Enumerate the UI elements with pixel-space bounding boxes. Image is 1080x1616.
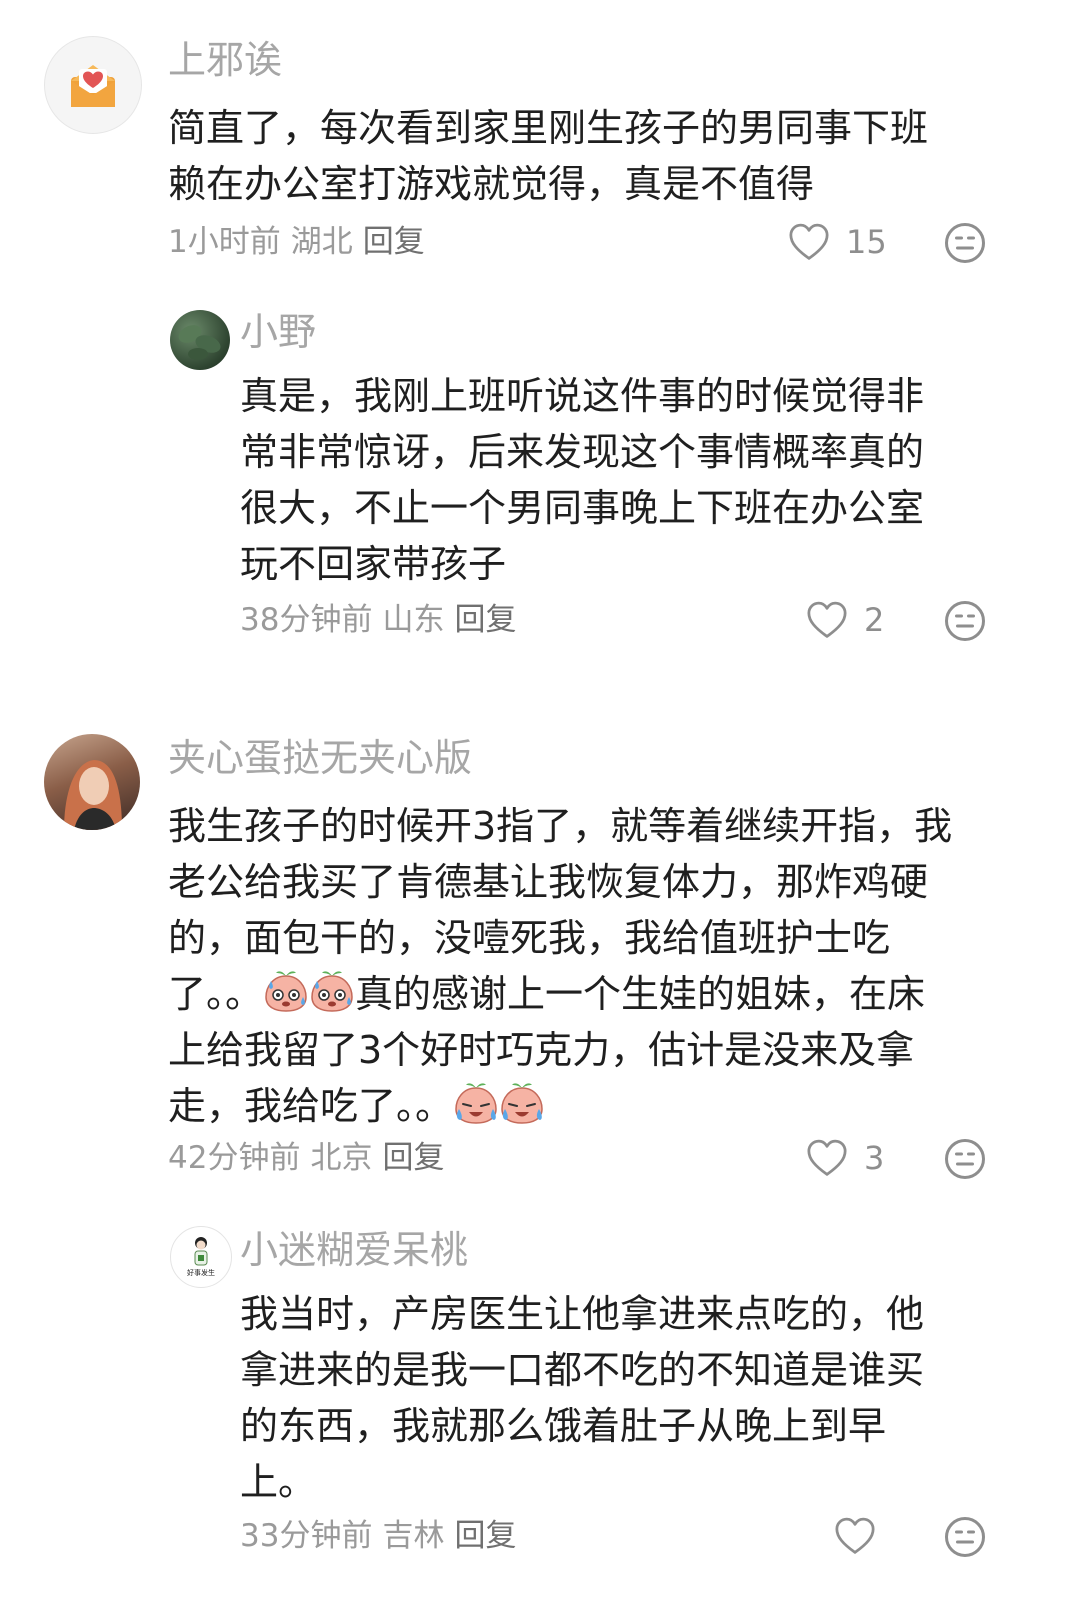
comment-meta: 1小时前 湖北 回复 [168,222,435,262]
envelope-heart-icon [71,65,115,107]
comment-line: 赖在办公室打游戏就觉得，真是不值得 [168,162,815,206]
comment-line: 上给我留了3个好时巧克力，估计是没来及拿 [168,1028,915,1072]
comment-meta: 33分钟前 吉林 回复 [240,1516,526,1556]
comment-line: 的东西，我就那么饿着肚子从晚上到早 [240,1404,887,1448]
comment-line: 很大，不止一个男同事晚上下班在办公室 [240,486,925,530]
timestamp: 33分钟前 [240,1518,373,1554]
comment-line: 常非常惊讶，后来发现这个事情概率真的 [240,430,925,474]
comment-line: 玩不回家带孩子 [240,542,507,586]
comment-line: 拿进来的是我一口都不吃的不知道是谁买 [240,1348,925,1392]
comment-username[interactable]: 上邪诶 [168,36,282,84]
like-button[interactable]: 2 [806,596,884,644]
sweat-peach-emoji-icon [263,967,309,1013]
woman-photo-icon [64,760,122,830]
comment-line: 我当时，产房医生让他拿进来点吃的，他 [240,1292,925,1336]
comment-meta: 42分钟前 北京 回复 [168,1138,454,1178]
reply-button[interactable]: 回复 [454,1518,516,1554]
crying-peach-emoji-icon [499,1079,545,1125]
reply-username[interactable]: 小野 [240,308,316,356]
like-count: 3 [864,1139,885,1177]
reply-item: 小野 真是，我刚上班听说这件事的时候觉得非 常非常惊讶，后来发现这个事情概率真的… [0,290,1080,680]
avatar[interactable]: 好事发生 [170,1226,232,1288]
comment-fragment: 走，我给吃了。。 [168,1084,454,1128]
reply-username[interactable]: 小迷糊爱呆桃 [240,1226,468,1274]
like-count: 2 [864,601,885,639]
comment-fragment: 了。。 [168,972,264,1016]
comment-line: 上。 [240,1460,317,1504]
location: 北京 [310,1140,373,1176]
timestamp: 38分钟前 [240,602,373,638]
location: 湖北 [290,224,353,260]
like-button[interactable] [834,1512,892,1560]
avatar[interactable] [44,734,140,830]
timestamp: 42分钟前 [168,1140,301,1176]
comment-line: 真是，我刚上班听说这件事的时候觉得非 [240,374,925,418]
heart-icon [834,1517,876,1555]
avatar[interactable] [170,310,230,370]
crying-peach-emoji-icon [453,1079,499,1125]
timestamp: 1小时前 [168,224,281,260]
like-button[interactable]: 3 [806,1134,884,1182]
leaf-photo-icon [178,325,221,360]
heart-icon [788,223,830,261]
comment-text: 简直了，每次看到家里刚生孩子的男同事下班 赖在办公室打游戏就觉得，真是不值得 [168,100,1048,212]
reply-text: 我当时，产房医生让他拿进来点吃的，他 拿进来的是我一口都不吃的不知道是谁买 的东… [240,1286,1040,1510]
like-button[interactable]: 15 [788,218,887,266]
cartoon-avatar-icon: 好事发生 [187,1237,215,1277]
comment-line: 了。。 真的感谢上一个生娃的姐妹，在床 [168,966,1068,1022]
comment-meta: 38分钟前 山东 回复 [240,600,526,640]
comment-line: 的，面包干的，没噎死我，我给值班护士吃 [168,916,891,960]
comment-username[interactable]: 夹心蛋挞无夹心版 [168,734,472,782]
reply-button[interactable]: 回复 [454,602,516,638]
heart-icon [806,1139,848,1177]
avatar-caption: 好事发生 [187,1268,215,1277]
comment-line: 我生孩子的时候开3指了，就等着继续开指，我 [168,804,953,848]
reply-button[interactable]: 回复 [363,224,425,260]
comment-item: 夹心蛋挞无夹心版 我生孩子的时候开3指了，就等着继续开指，我 老公给我买了肯德基… [0,720,1080,1200]
comment-fragment: 真的感谢上一个生娃的姐妹，在床 [355,972,926,1016]
comment-text: 我生孩子的时候开3指了，就等着继续开指，我 老公给我买了肯德基让我恢复体力，那炸… [168,798,1068,1134]
like-count: 15 [846,223,887,261]
comment-line: 走，我给吃了。。 [168,1078,1068,1134]
location: 吉林 [382,1518,445,1554]
comment-line: 老公给我买了肯德基让我恢复体力，那炸鸡硬 [168,860,929,904]
comment-line: 简直了，每次看到家里刚生孩子的男同事下班 [168,106,929,150]
emoji-reaction-icon[interactable] [944,1516,986,1558]
sweat-peach-emoji-icon [309,967,355,1013]
emoji-reaction-icon[interactable] [944,1138,986,1180]
heart-icon [806,601,848,639]
reply-button[interactable]: 回复 [382,1140,444,1176]
location: 山东 [382,602,445,638]
emoji-reaction-icon[interactable] [944,600,986,642]
reply-text: 真是，我刚上班听说这件事的时候觉得非 常非常惊讶，后来发现这个事情概率真的 很大… [240,368,1040,592]
comment-item: 上邪诶 简直了，每次看到家里刚生孩子的男同事下班 赖在办公室打游戏就觉得，真是不… [0,0,1080,290]
reply-item: 好事发生 小迷糊爱呆桃 我当时，产房医生让他拿进来点吃的，他 拿进来的是我一口都… [0,1206,1080,1616]
avatar[interactable] [44,36,142,134]
emoji-reaction-icon[interactable] [944,222,986,264]
